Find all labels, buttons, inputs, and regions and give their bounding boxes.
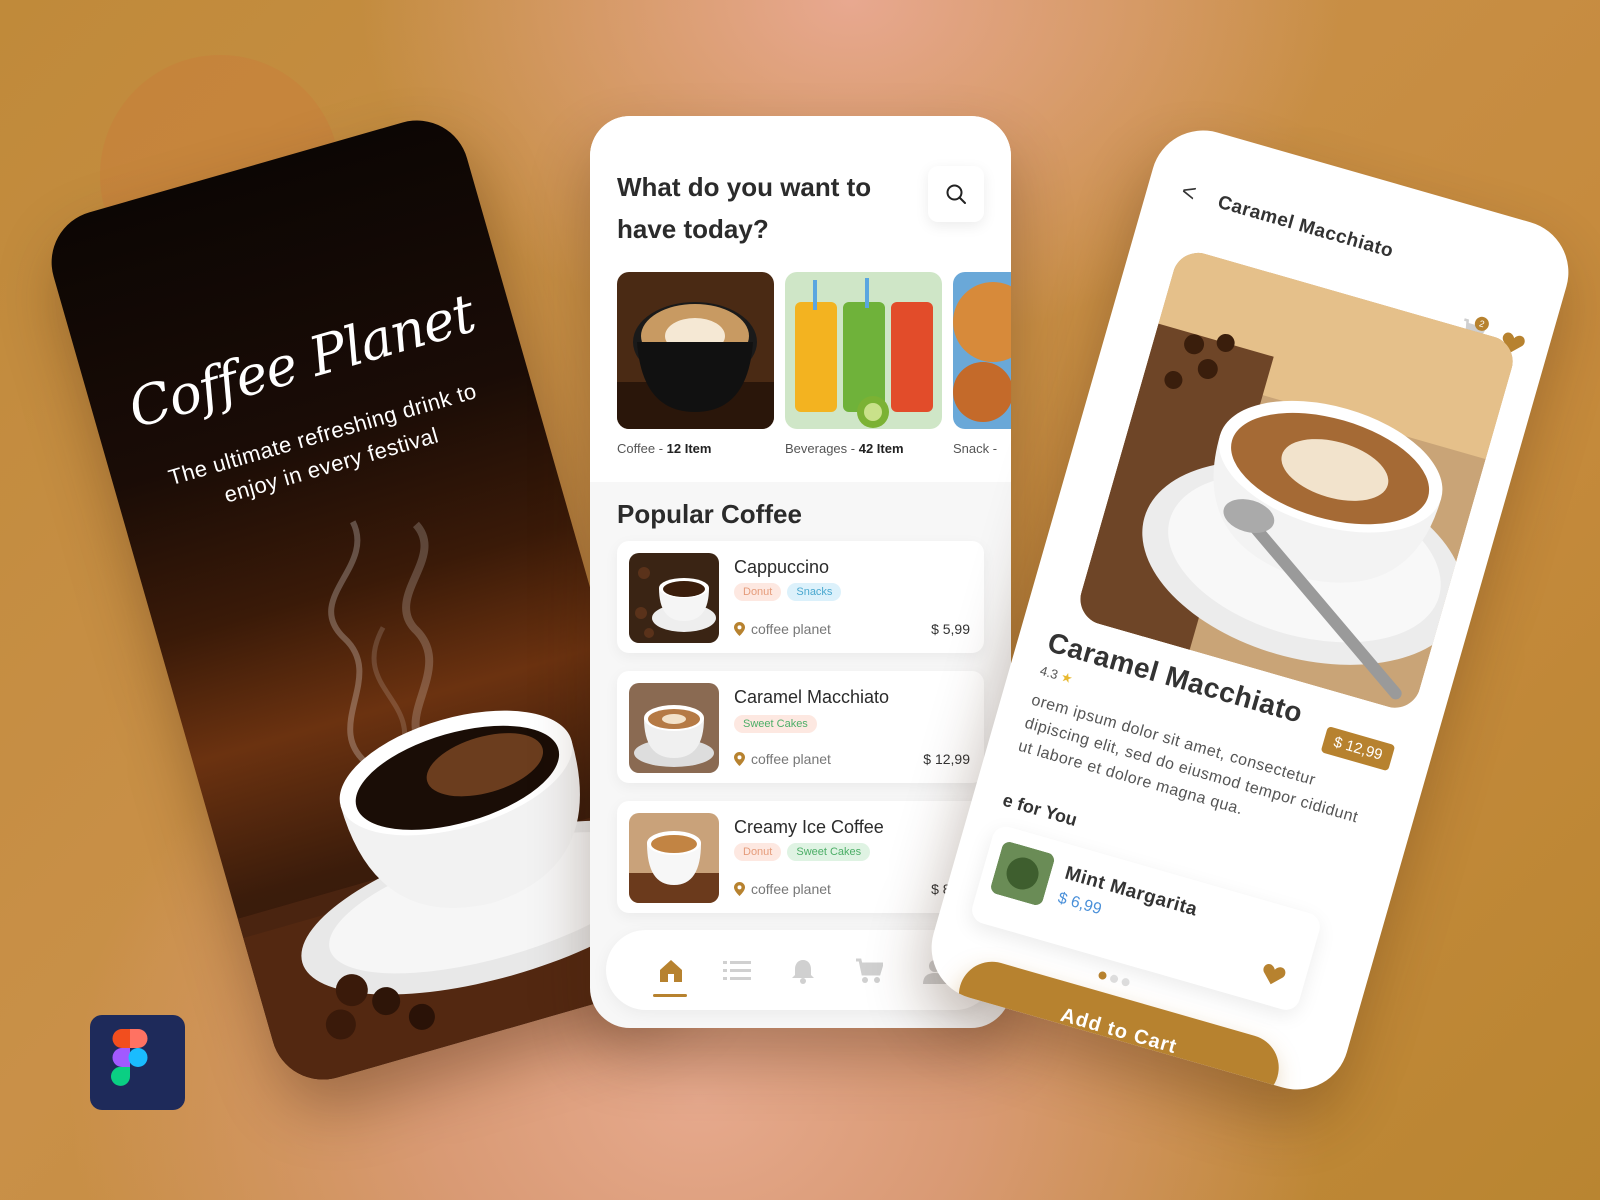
item-name: Cappuccino bbox=[734, 557, 830, 577]
category-label: Coffee - 12 Item bbox=[617, 441, 712, 456]
page-title: What do you want to have today? bbox=[617, 172, 872, 244]
bell-icon[interactable] bbox=[788, 956, 818, 986]
item-price: $ 12,99 bbox=[923, 751, 970, 767]
list-item[interactable]: Cappuccino Donut Snacks coffee planet $ … bbox=[617, 541, 984, 653]
carousel-dots bbox=[1097, 970, 1131, 988]
tag-sweet-cakes: Sweet Cakes bbox=[787, 843, 871, 861]
item-tags: Sweet Cakes bbox=[734, 715, 817, 733]
tag-sweet-cakes: Sweet Cakes bbox=[734, 715, 817, 733]
home-icon[interactable] bbox=[656, 956, 686, 986]
recommendation-price: $ 6,99 bbox=[1055, 889, 1104, 919]
section-title: e for You bbox=[1000, 789, 1080, 830]
back-button[interactable]: < bbox=[1178, 178, 1199, 209]
section-title: Popular Coffee bbox=[617, 499, 802, 529]
category-image bbox=[617, 272, 774, 429]
location-pin-icon bbox=[734, 882, 745, 896]
category-card-coffee[interactable]: Coffee - 12 Item bbox=[617, 272, 774, 456]
figma-icon bbox=[111, 1029, 148, 1086]
item-tags: Donut Snacks bbox=[734, 583, 842, 601]
detail-screen: < Caramel Macchiato 2 Caramel Macchiato … bbox=[919, 118, 1581, 1102]
item-price: $ 5,99 bbox=[931, 621, 970, 637]
location-pin-icon bbox=[734, 752, 745, 766]
product-price: $ 12,99 bbox=[1320, 726, 1396, 772]
figma-logo bbox=[90, 1015, 185, 1110]
star-icon: ★ bbox=[1059, 668, 1075, 687]
item-image bbox=[629, 553, 719, 643]
item-name: Creamy Ice Coffee bbox=[734, 817, 884, 837]
search-button[interactable] bbox=[928, 166, 984, 222]
tag-snacks: Snacks bbox=[787, 583, 842, 601]
category-card-beverages[interactable]: Beverages - 42 Item bbox=[785, 272, 942, 456]
product-rating: 4.3 ★ bbox=[1038, 662, 1075, 687]
category-label: Beverages - 42 Item bbox=[785, 441, 904, 456]
list-item[interactable]: Caramel Macchiato Sweet Cakes coffee pla… bbox=[617, 671, 984, 783]
item-tags: Donut Sweet Cakes bbox=[734, 843, 871, 861]
carousel-dot[interactable] bbox=[1120, 977, 1131, 988]
category-image bbox=[953, 272, 1011, 429]
carousel-dot[interactable] bbox=[1109, 973, 1120, 984]
tag-donut: Donut bbox=[734, 583, 782, 601]
cart-icon[interactable] bbox=[854, 956, 884, 986]
category-card-snack[interactable]: Snack - bbox=[953, 272, 1011, 456]
search-icon bbox=[946, 184, 966, 204]
recommendation-image bbox=[989, 840, 1056, 907]
category-label: Snack - bbox=[953, 441, 998, 456]
active-tab-indicator bbox=[653, 994, 687, 997]
item-name: Caramel Macchiato bbox=[734, 687, 890, 707]
product-image bbox=[1074, 246, 1519, 714]
item-location: coffee planet bbox=[734, 751, 831, 767]
category-image bbox=[785, 272, 942, 429]
carousel-dot[interactable] bbox=[1097, 970, 1108, 981]
location-pin-icon bbox=[734, 622, 745, 636]
item-image bbox=[629, 683, 719, 773]
list-item[interactable]: Creamy Ice Coffee Donut Sweet Cakes coff… bbox=[617, 801, 984, 913]
list-icon[interactable] bbox=[722, 956, 752, 986]
item-location: coffee planet bbox=[734, 621, 831, 637]
page-title: Caramel Macchiato bbox=[1215, 191, 1396, 263]
heart-icon bbox=[1263, 963, 1286, 985]
tag-donut: Donut bbox=[734, 843, 782, 861]
item-location: coffee planet bbox=[734, 881, 831, 897]
item-image bbox=[629, 813, 719, 903]
favorite-button[interactable] bbox=[1257, 961, 1288, 994]
